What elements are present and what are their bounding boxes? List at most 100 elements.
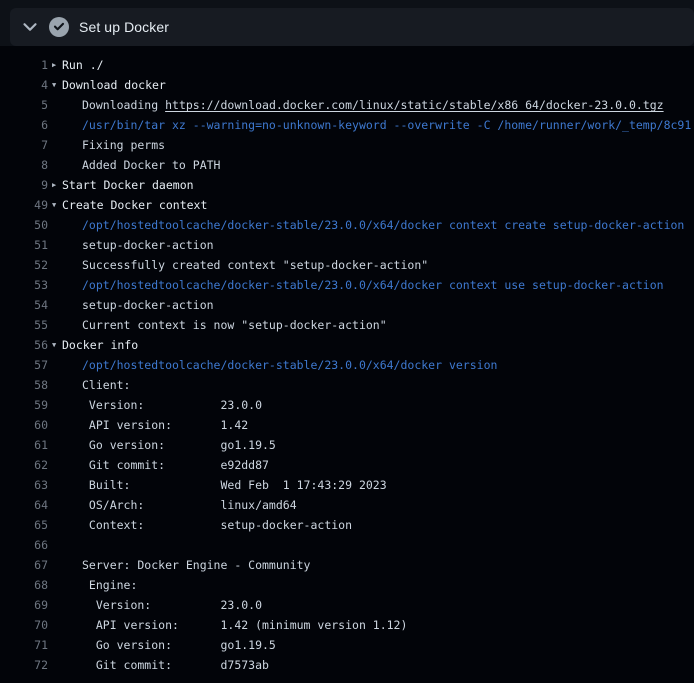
line-number[interactable]: 60	[0, 415, 48, 435]
line-number[interactable]: 50	[0, 215, 48, 235]
line-number[interactable]: 53	[0, 275, 48, 295]
log-text: Added Docker to PATH	[82, 158, 220, 172]
log-text: setup-docker-action	[82, 298, 214, 312]
log-row: 64 OS/Arch: linux/amd64	[0, 495, 694, 515]
line-number[interactable]: 54	[0, 295, 48, 315]
command-text: /opt/hostedtoolcache/docker-stable/23.0.…	[82, 218, 684, 232]
line-number[interactable]: 51	[0, 235, 48, 255]
chevron-right-icon[interactable]: ▶	[52, 55, 56, 75]
log-row: 55 Current context is now "setup-docker-a…	[0, 315, 694, 335]
log-text: Go version: go1.19.5	[82, 438, 276, 452]
log-text: Downloading	[82, 98, 165, 112]
line-number[interactable]: 61	[0, 435, 48, 455]
log-text: Git commit: d7573ab	[82, 658, 269, 672]
line-number[interactable]: 52	[0, 255, 48, 275]
line-number[interactable]: 68	[0, 575, 48, 595]
log-text: Engine:	[82, 578, 137, 592]
log-row: 58 Client:	[0, 375, 694, 395]
log-text: Current context is now "setup-docker-act…	[82, 318, 387, 332]
log-container: 1▶Run ./4▼Download docker5Downloading ht…	[0, 46, 694, 683]
group-title[interactable]: Docker info	[62, 338, 138, 352]
log-group-row[interactable]: 1▶ Run ./	[0, 55, 694, 75]
log-row: 6/usr/bin/tar xz --warning=no-unknown-ke…	[0, 115, 694, 135]
log-text: setup-docker-action	[82, 238, 214, 252]
line-number[interactable]: 66	[0, 535, 48, 555]
line-number[interactable]: 71	[0, 635, 48, 655]
log-group-row[interactable]: 4▼ Download docker	[0, 75, 694, 95]
log-row: 8 Added Docker to PATH	[0, 155, 694, 175]
command-text: /usr/bin/tar xz --warning=no-unknown-key…	[82, 118, 691, 132]
chevron-down-icon[interactable]: ▼	[52, 195, 56, 215]
log-row: 67 Server: Docker Engine - Community	[0, 555, 694, 575]
chevron-down-icon[interactable]: ▼	[52, 75, 56, 95]
line-number[interactable]: 58	[0, 375, 48, 395]
log-text: Version: 23.0.0	[82, 598, 262, 612]
log-group-row[interactable]: 49▼ Create Docker context	[0, 195, 694, 215]
line-number[interactable]: 59	[0, 395, 48, 415]
log-row: 53/opt/hostedtoolcache/docker-stable/23.…	[0, 275, 694, 295]
log-row: 52 Successfully created context "setup-do…	[0, 255, 694, 275]
group-title[interactable]: Create Docker context	[62, 198, 207, 212]
log-text: Successfully created context "setup-dock…	[82, 258, 428, 272]
log-text: API version: 1.42 (minimum version 1.12)	[82, 618, 407, 632]
log-group-row[interactable]: 56▼ Docker info	[0, 335, 694, 355]
log-text: Version: 23.0.0	[82, 398, 262, 412]
chevron-down-icon[interactable]: ▼	[52, 335, 56, 355]
line-number[interactable]: 63	[0, 475, 48, 495]
line-number[interactable]: 6	[0, 115, 48, 135]
line-number[interactable]: 72	[0, 655, 48, 675]
command-text: /opt/hostedtoolcache/docker-stable/23.0.…	[82, 278, 664, 292]
line-number[interactable]: 9	[0, 175, 48, 195]
chevron-down-icon[interactable]	[19, 16, 41, 38]
log-row: 50/opt/hostedtoolcache/docker-stable/23.…	[0, 215, 694, 235]
group-title[interactable]: Run ./	[62, 58, 104, 72]
line-number[interactable]: 5	[0, 95, 48, 115]
line-number[interactable]: 57	[0, 355, 48, 375]
log-row: 57/opt/hostedtoolcache/docker-stable/23.…	[0, 355, 694, 375]
line-number[interactable]: 55	[0, 315, 48, 335]
log-row: 70 API version: 1.42 (minimum version 1.…	[0, 615, 694, 635]
log-row: 69 Version: 23.0.0	[0, 595, 694, 615]
log-row: 63 Built: Wed Feb 1 17:43:29 2023	[0, 475, 694, 495]
log-link[interactable]: https://download.docker.com/linux/static…	[165, 98, 664, 112]
line-number[interactable]: 4	[0, 75, 48, 95]
log-text: Git commit: e92dd87	[82, 458, 269, 472]
log-row: 66	[0, 535, 694, 555]
line-number[interactable]: 65	[0, 515, 48, 535]
step-header[interactable]: Set up Docker	[10, 8, 694, 46]
line-number[interactable]: 64	[0, 495, 48, 515]
log-row: 7 Fixing perms	[0, 135, 694, 155]
log-text: Context: setup-docker-action	[82, 518, 352, 532]
group-title[interactable]: Start Docker daemon	[62, 178, 194, 192]
line-number[interactable]: 69	[0, 595, 48, 615]
line-number[interactable]: 49	[0, 195, 48, 215]
log-text: Go version: go1.19.5	[82, 638, 276, 652]
command-text: /opt/hostedtoolcache/docker-stable/23.0.…	[82, 358, 497, 372]
chevron-right-icon[interactable]: ▶	[52, 175, 56, 195]
line-number[interactable]: 1	[0, 55, 48, 75]
line-number[interactable]: 62	[0, 455, 48, 475]
line-number[interactable]: 7	[0, 135, 48, 155]
log-text: Server: Docker Engine - Community	[82, 558, 310, 572]
line-number[interactable]: 67	[0, 555, 48, 575]
line-number[interactable]: 8	[0, 155, 48, 175]
log-row: 61 Go version: go1.19.5	[0, 435, 694, 455]
log-group-row[interactable]: 9▶ Start Docker daemon	[0, 175, 694, 195]
log-row: 68 Engine:	[0, 575, 694, 595]
log-text: API version: 1.42	[82, 418, 248, 432]
log-text: Client:	[82, 378, 130, 392]
line-number[interactable]: 56	[0, 335, 48, 355]
log-text: OS/Arch: linux/amd64	[82, 498, 297, 512]
log-row: 51 setup-docker-action	[0, 235, 694, 255]
log-row: 5 Downloading https://download.docker.com…	[0, 95, 694, 115]
group-title[interactable]: Download docker	[62, 78, 166, 92]
line-number[interactable]: 70	[0, 615, 48, 635]
check-circle-icon	[41, 17, 69, 37]
log-text: Fixing perms	[82, 138, 165, 152]
log-row: 62 Git commit: e92dd87	[0, 455, 694, 475]
log-text: Built: Wed Feb 1 17:43:29 2023	[82, 478, 387, 492]
log-row: 60 API version: 1.42	[0, 415, 694, 435]
log-row: 65 Context: setup-docker-action	[0, 515, 694, 535]
log-row: 59 Version: 23.0.0	[0, 395, 694, 415]
log-row: 71 Go version: go1.19.5	[0, 635, 694, 655]
